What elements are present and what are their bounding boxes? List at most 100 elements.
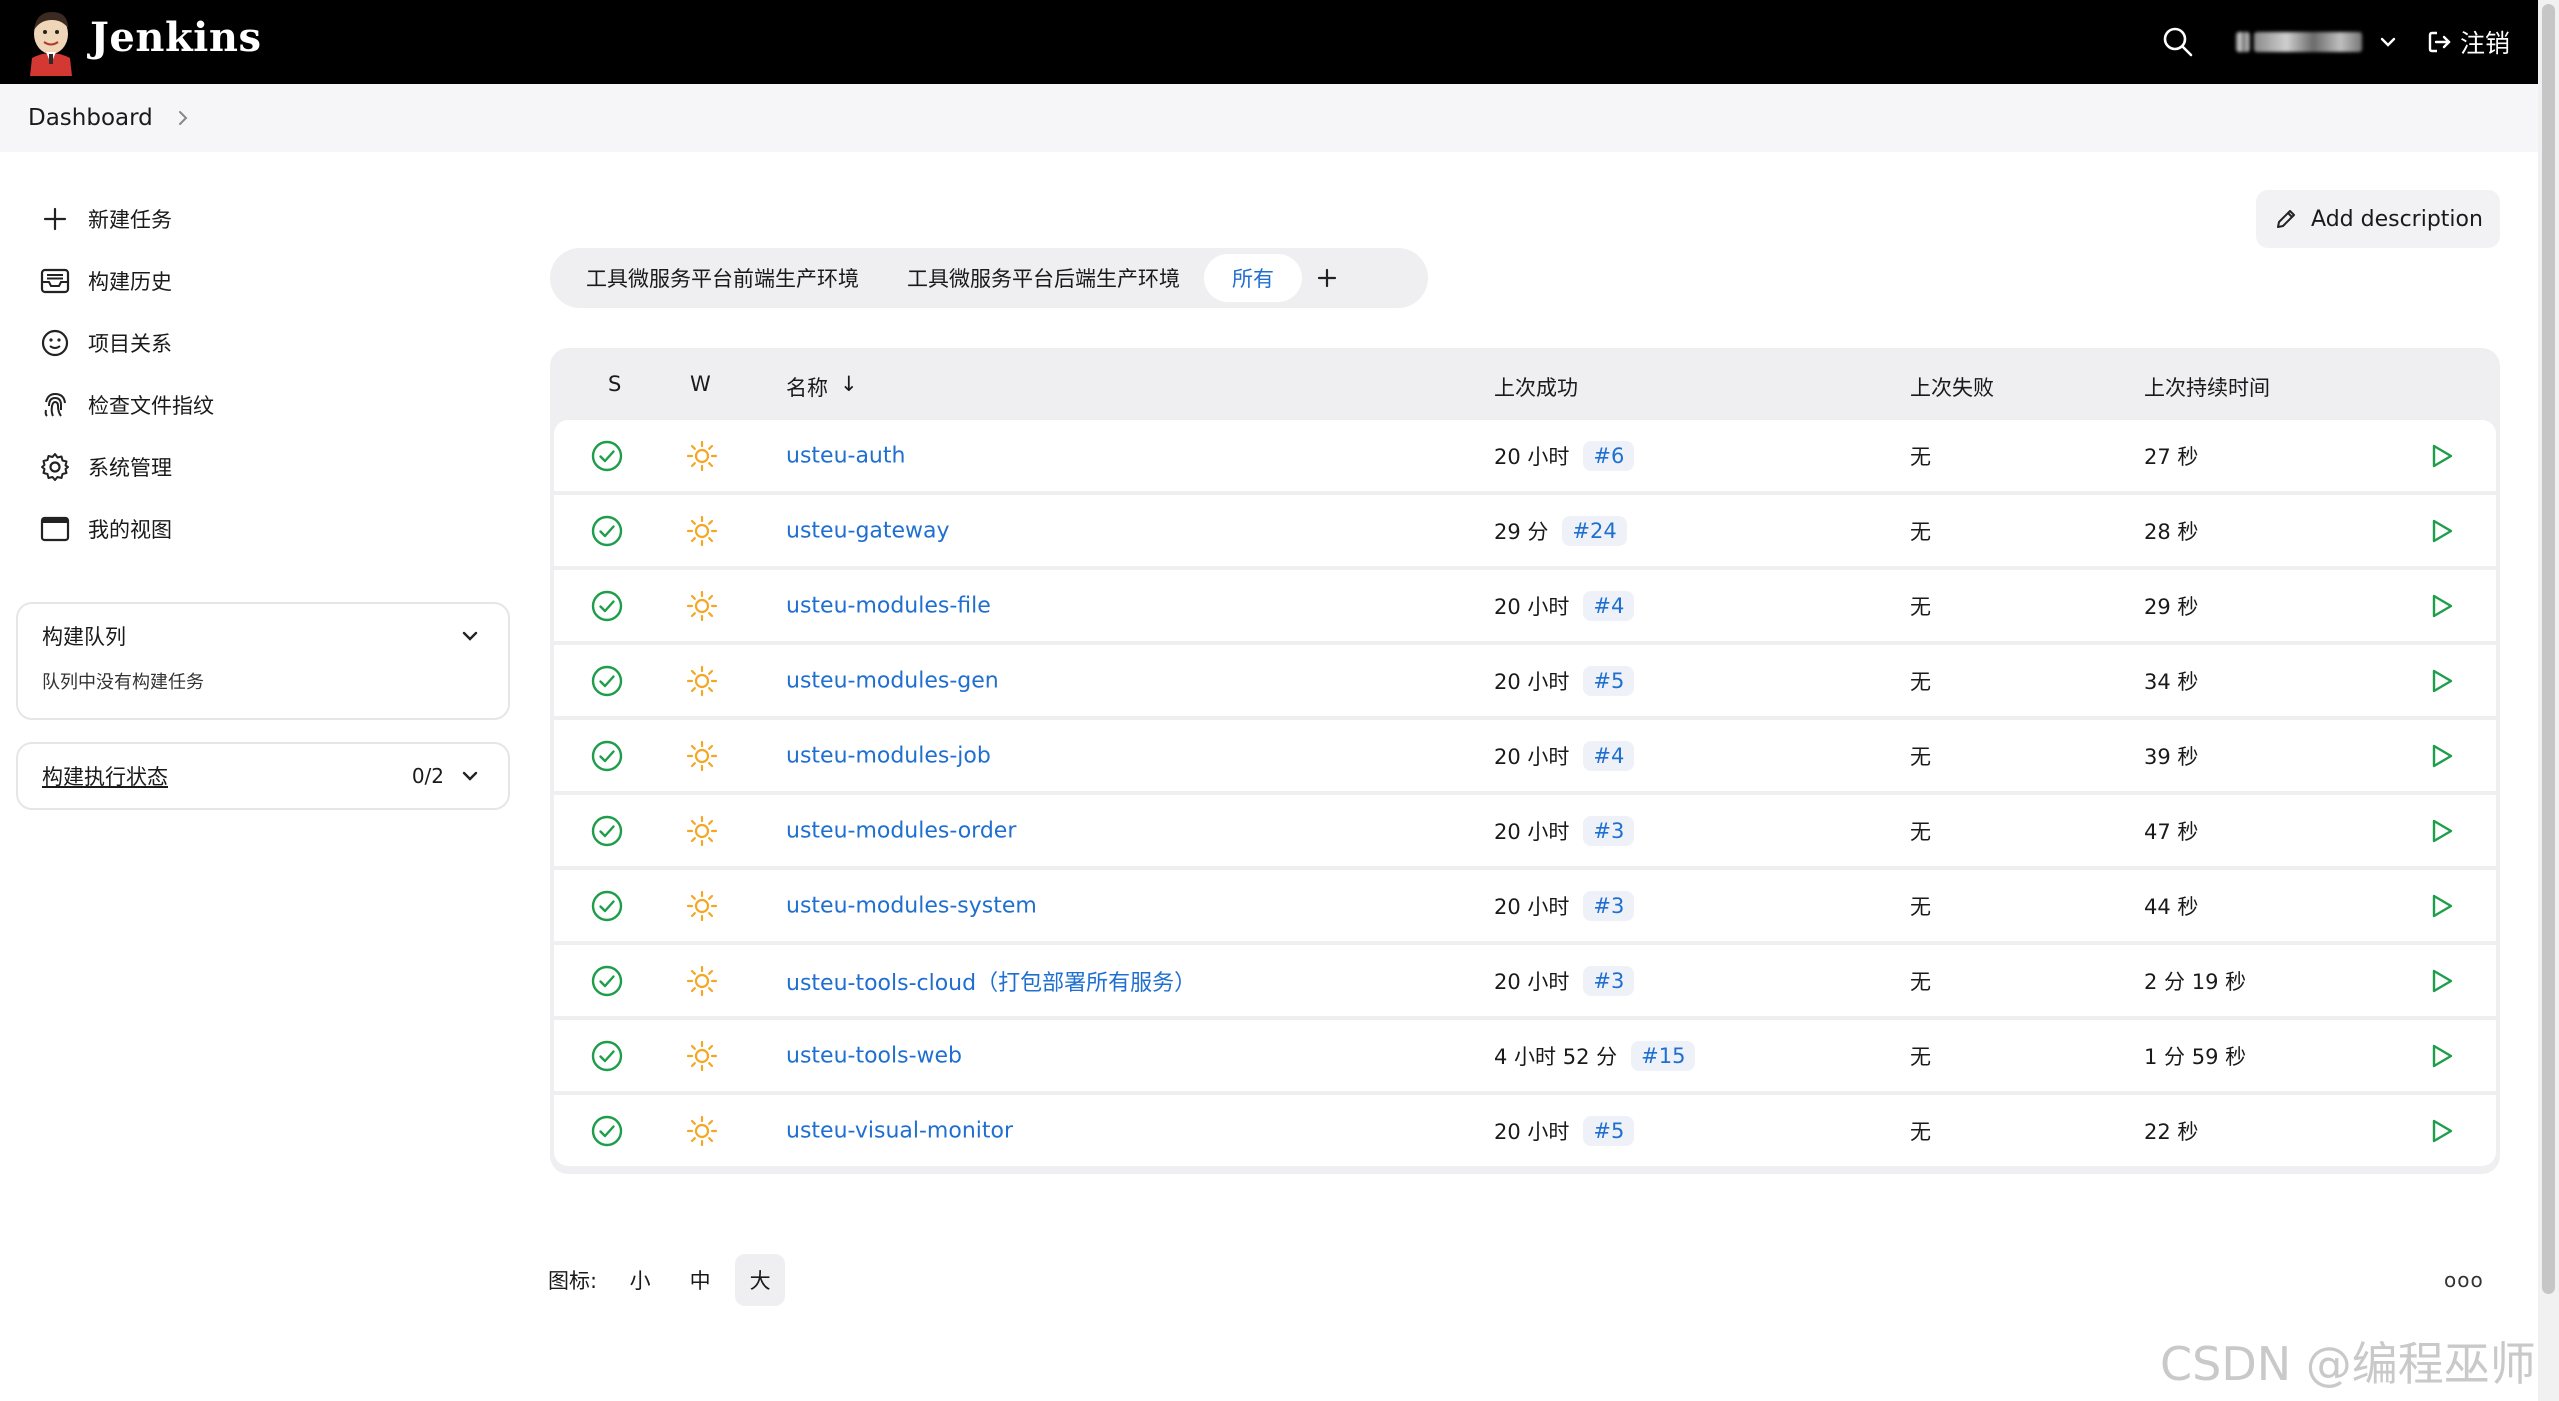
chevron-right-icon[interactable] <box>173 108 193 128</box>
success-check-icon[interactable] <box>590 889 624 923</box>
job-name-link[interactable]: usteu-gateway <box>786 518 950 543</box>
icon-size-medium[interactable]: 中 <box>675 1254 725 1306</box>
job-name-link[interactable]: usteu-modules-order <box>786 818 1016 843</box>
sunny-weather-icon[interactable] <box>684 888 720 924</box>
job-name-link[interactable]: usteu-auth <box>786 443 905 468</box>
chevron-down-icon[interactable] <box>2376 30 2400 54</box>
add-view-button[interactable] <box>1302 254 1352 302</box>
executor-status-panel: 构建执行状态 0/2 <box>16 742 510 810</box>
success-check-icon[interactable] <box>590 664 624 698</box>
scrollbar-thumb[interactable] <box>2542 4 2555 1294</box>
sunny-weather-icon[interactable] <box>684 438 720 474</box>
sunny-weather-icon[interactable] <box>684 813 720 849</box>
more-options-icon[interactable]: ooo <box>2444 1268 2484 1292</box>
last-failure-cell: 无 <box>1910 594 1931 619</box>
table-row: usteu-modules-file 20 小时 #4 无 29 秒 <box>554 570 2496 641</box>
sidebar-item-new-job[interactable]: 新建任务 <box>38 202 172 236</box>
sunny-weather-icon[interactable] <box>684 1038 720 1074</box>
build-queue-empty: 队列中没有构建任务 <box>42 672 204 693</box>
build-number-link[interactable]: #3 <box>1583 965 1635 996</box>
job-name-link[interactable]: usteu-modules-file <box>786 593 991 618</box>
sidebar-item-label: 新建任务 <box>88 208 172 232</box>
chevron-down-icon[interactable] <box>458 764 482 788</box>
sidebar-item-label: 构建历史 <box>88 270 172 294</box>
job-name-link[interactable]: usteu-tools-cloud（打包部署所有服务） <box>786 965 1196 997</box>
sunny-weather-icon[interactable] <box>684 588 720 624</box>
chevron-down-icon[interactable] <box>458 624 482 648</box>
sidebar-item-my-views[interactable]: 我的视图 <box>38 512 172 546</box>
last-success-time: 20 小时 <box>1494 819 1570 844</box>
build-queue-header[interactable]: 构建队列 <box>18 604 508 668</box>
success-check-icon[interactable] <box>590 514 624 548</box>
sunny-weather-icon[interactable] <box>684 513 720 549</box>
play-build-icon[interactable] <box>2424 739 2458 773</box>
play-build-icon[interactable] <box>2424 889 2458 923</box>
build-number-link[interactable]: #4 <box>1583 590 1635 621</box>
jenkins-logo-icon[interactable] <box>26 8 76 76</box>
header-last-failure[interactable]: 上次失败 <box>1910 372 1994 402</box>
last-success-time: 20 小时 <box>1494 669 1570 694</box>
build-number-link[interactable]: #5 <box>1583 1115 1635 1146</box>
user-menu[interactable] <box>2236 28 2366 56</box>
sidebar-item-build-history[interactable]: 构建历史 <box>38 264 172 298</box>
build-number-link[interactable]: #3 <box>1583 815 1635 846</box>
sidebar-item-manage-jenkins[interactable]: 系统管理 <box>38 450 172 484</box>
last-duration-cell: 27 秒 <box>2144 444 2199 469</box>
job-name-link[interactable]: usteu-modules-job <box>786 743 991 768</box>
executor-status-header[interactable]: 构建执行状态 0/2 <box>18 744 508 808</box>
play-build-icon[interactable] <box>2424 664 2458 698</box>
last-success-cell: 20 小时 #5 <box>1494 1115 1635 1146</box>
header-last-duration[interactable]: 上次持续时间 <box>2144 372 2270 402</box>
job-name-link[interactable]: usteu-modules-system <box>786 893 1037 918</box>
build-number-link[interactable]: #24 <box>1562 515 1627 546</box>
build-number-link[interactable]: #4 <box>1583 740 1635 771</box>
add-description-button[interactable]: Add description <box>2256 190 2500 248</box>
header-last-success[interactable]: 上次成功 <box>1494 372 1578 402</box>
play-build-icon[interactable] <box>2424 814 2458 848</box>
header-weather[interactable]: W <box>690 372 711 396</box>
play-build-icon[interactable] <box>2424 1114 2458 1148</box>
success-check-icon[interactable] <box>590 1114 624 1148</box>
sunny-weather-icon[interactable] <box>684 1113 720 1149</box>
sidebar-item-fingerprint[interactable]: 检查文件指纹 <box>38 388 214 422</box>
job-name-link[interactable]: usteu-modules-gen <box>786 668 999 693</box>
job-name-link[interactable]: usteu-tools-web <box>786 1043 962 1068</box>
success-check-icon[interactable] <box>590 1039 624 1073</box>
sort-arrow-icon[interactable]: ↓ <box>840 372 858 396</box>
job-name-link[interactable]: usteu-visual-monitor <box>786 1118 1013 1143</box>
sunny-weather-icon[interactable] <box>684 738 720 774</box>
icon-size-large[interactable]: 大 <box>735 1254 786 1306</box>
sidebar-item-project-relationship[interactable]: 项目关系 <box>38 326 172 360</box>
search-icon[interactable] <box>2160 24 2196 60</box>
icon-size-selector: 图标: 小 中 大 <box>548 1254 795 1306</box>
logout-button[interactable]: 注销 <box>2426 22 2510 62</box>
tab-all[interactable]: 所有 <box>1204 254 1302 302</box>
play-build-icon[interactable] <box>2424 1039 2458 1073</box>
table-row: usteu-auth 20 小时 #6 无 27 秒 <box>554 420 2496 491</box>
build-number-link[interactable]: #3 <box>1583 890 1635 921</box>
last-success-time: 4 小时 52 分 <box>1494 1044 1618 1069</box>
sunny-weather-icon[interactable] <box>684 963 720 999</box>
success-check-icon[interactable] <box>590 739 624 773</box>
play-build-icon[interactable] <box>2424 964 2458 998</box>
tab-frontend-prod[interactable]: 工具微服务平台前端生产环境 <box>562 254 883 302</box>
header-status[interactable]: S <box>608 372 621 396</box>
sunny-weather-icon[interactable] <box>684 663 720 699</box>
success-check-icon[interactable] <box>590 439 624 473</box>
icon-size-small[interactable]: 小 <box>615 1254 665 1306</box>
success-check-icon[interactable] <box>590 814 624 848</box>
tab-backend-prod[interactable]: 工具微服务平台后端生产环境 <box>883 254 1204 302</box>
last-duration-cell: 29 秒 <box>2144 594 2199 619</box>
breadcrumb-dashboard[interactable]: Dashboard <box>28 105 153 131</box>
header-name[interactable]: 名称 <box>786 372 828 402</box>
success-check-icon[interactable] <box>590 589 624 623</box>
build-number-link[interactable]: #5 <box>1583 665 1635 696</box>
play-build-icon[interactable] <box>2424 514 2458 548</box>
play-build-icon[interactable] <box>2424 589 2458 623</box>
build-number-link[interactable]: #15 <box>1631 1040 1696 1071</box>
brand-name[interactable]: Jenkins <box>90 14 261 61</box>
success-check-icon[interactable] <box>590 964 624 998</box>
build-number-link[interactable]: #6 <box>1583 440 1635 471</box>
play-build-icon[interactable] <box>2424 439 2458 473</box>
executor-status-title[interactable]: 构建执行状态 <box>42 761 168 791</box>
